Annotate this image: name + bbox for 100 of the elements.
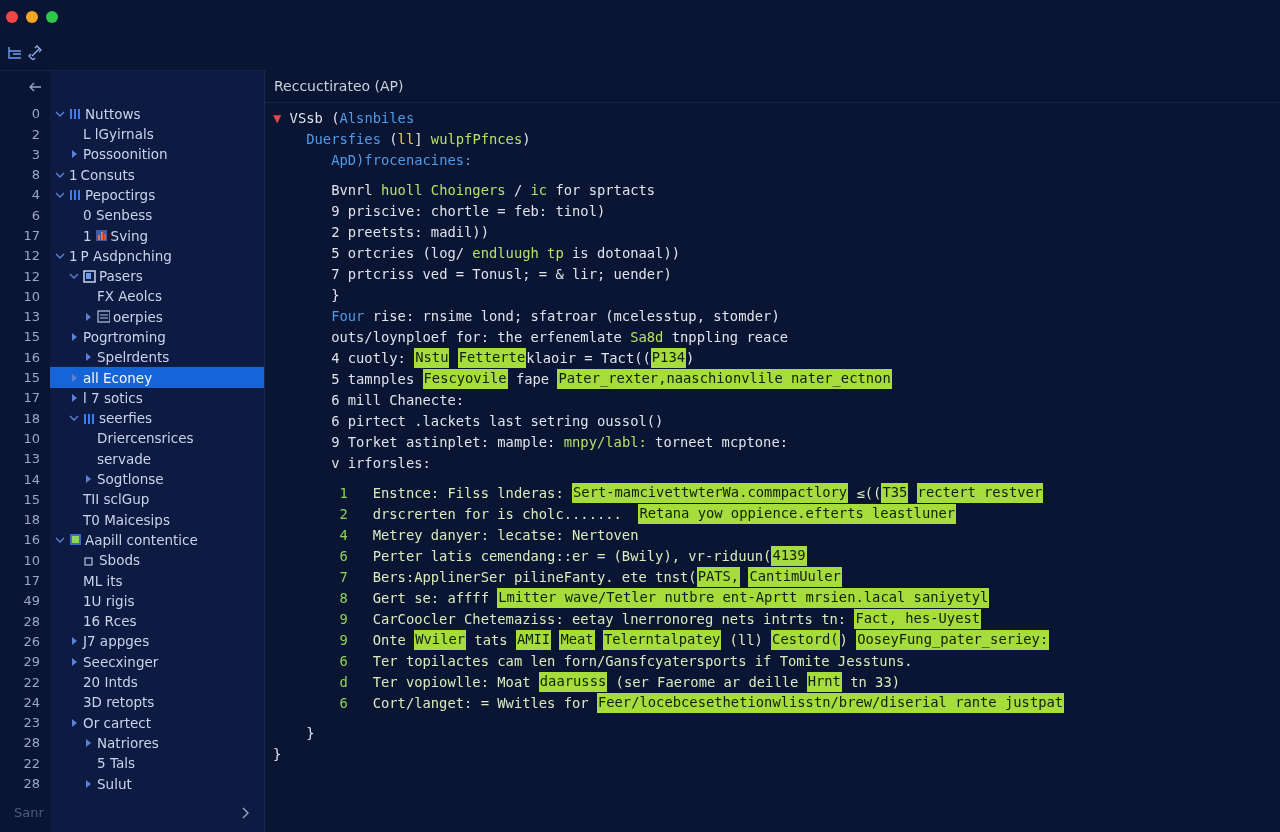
line-number: 10 xyxy=(22,288,41,304)
tree-item[interactable]: 0 Senbess xyxy=(50,205,264,226)
line-number: 2 xyxy=(30,126,41,142)
chevron-right-icon[interactable] xyxy=(84,475,92,484)
chevron-right-icon[interactable] xyxy=(70,393,78,402)
code-text: Four rise: rnsime lond; sfatroar (mcelesstup, stomder) xyxy=(330,307,780,324)
chevron-down-icon[interactable] xyxy=(69,272,79,281)
code-text: ) xyxy=(686,349,695,366)
code-text: Ter vopiowlle: Moat xyxy=(372,673,532,690)
tree-item[interactable]: J7 appges xyxy=(50,631,264,652)
line-number: 22 xyxy=(22,674,41,690)
chevron-right-icon[interactable] xyxy=(84,779,92,788)
code-text: Perter latis cemendang::er = (Bwily), vr-riduun( xyxy=(372,547,772,564)
chevron-right-icon[interactable] xyxy=(84,738,92,747)
chevron-right-icon[interactable] xyxy=(84,312,92,321)
link-icon[interactable] xyxy=(28,44,43,60)
tree-item[interactable]: 16 Rces xyxy=(50,611,264,632)
highlighted-code: Fetterte xyxy=(457,347,527,368)
tree-item[interactable]: 1 Consuts xyxy=(50,164,264,185)
line-number: 4 xyxy=(30,187,41,203)
chevron-down-icon[interactable] xyxy=(55,109,65,118)
tree-item[interactable]: FX Aeolcs xyxy=(50,286,264,307)
line-number: 3 xyxy=(30,146,41,162)
code-text: 9 Torket astinplet: mample: mnpy/labl: torneet mcptone: xyxy=(330,433,789,450)
chevron-down-icon[interactable] xyxy=(55,170,65,179)
close-button[interactable] xyxy=(6,11,18,23)
maximize-button[interactable] xyxy=(46,11,58,23)
tree-item[interactable]: oerpies xyxy=(50,306,264,327)
line-number: 0 xyxy=(30,106,41,122)
tree-item[interactable]: Seecxinger xyxy=(50,651,264,672)
back-arrow-icon[interactable] xyxy=(28,81,42,94)
tree-item[interactable]: 1 P Asdpnching xyxy=(50,245,264,266)
highlighted-code: 4139 xyxy=(771,545,807,566)
code-text: Cort/langet: = Wwitles for xyxy=(372,694,590,711)
chevron-down-icon[interactable] xyxy=(55,190,65,199)
code-text: 7 prtcriss ved = Tonusl; = & lir; uender) xyxy=(330,265,672,282)
tree-item[interactable]: L lGyirnals xyxy=(50,123,264,145)
code-text: Bvnrl huoll Choingers / ic for sprtacts xyxy=(330,181,656,198)
tree-item[interactable]: TII sclGup xyxy=(50,489,264,510)
code-text: tn 33) xyxy=(849,673,900,690)
line-number: 23 xyxy=(22,715,41,731)
tree-item[interactable]: Aapill contentice xyxy=(50,529,264,551)
code-text: v irforsles: xyxy=(330,454,431,471)
editor-title: Reccuctirateo (AP) xyxy=(265,70,1280,103)
tree-item[interactable]: 5 Tals xyxy=(50,753,264,774)
tree-item[interactable]: all Econey xyxy=(50,367,264,388)
collapse-caret[interactable]: ▼ xyxy=(273,109,282,126)
tree-item[interactable]: 1U rigis xyxy=(50,590,264,611)
highlighted-code: Nstu xyxy=(414,347,450,368)
code-text: } xyxy=(330,286,340,303)
tree-item[interactable]: Spelrdents xyxy=(50,347,264,368)
tree-item[interactable]: servade xyxy=(50,448,264,469)
tree-item[interactable]: Sogtlonse xyxy=(50,468,264,490)
chevron-right-icon[interactable] xyxy=(70,150,78,159)
tree-item[interactable]: 20 Intds xyxy=(50,671,264,693)
code-text: Metrey danyer: lecatse: Nertoven xyxy=(372,526,639,543)
chevron-right-icon[interactable] xyxy=(84,353,92,362)
tree-item[interactable]: 1 Sving xyxy=(50,225,264,246)
highlighted-code: Fact, hes-Uyest xyxy=(854,608,982,629)
tree-item[interactable]: ML its xyxy=(50,570,264,591)
tree-item[interactable]: Or cartect xyxy=(50,712,264,733)
line-number: 7 xyxy=(338,568,349,585)
chevron-down-icon[interactable] xyxy=(55,535,65,544)
tree-item[interactable]: seerfies xyxy=(50,408,264,429)
tree-item[interactable]: Natriores xyxy=(50,732,264,754)
highlighted-code: daarusss xyxy=(538,671,608,692)
chevron-right-icon[interactable] xyxy=(70,718,78,727)
minimize-button[interactable] xyxy=(26,11,38,23)
tree-item[interactable]: l 7 sotics xyxy=(50,387,264,409)
tree-item[interactable]: Driercensrices xyxy=(50,428,264,449)
tree-item[interactable]: Pasers xyxy=(50,265,264,287)
tree-item[interactable]: 3D retopts xyxy=(50,692,264,713)
highlighted-code: T35 xyxy=(881,482,909,503)
chevron-down-icon[interactable] xyxy=(55,251,65,260)
tree-item[interactable]: Sbods xyxy=(50,550,264,571)
tree-item[interactable]: Nuttows xyxy=(50,103,264,124)
chevron-right-icon[interactable] xyxy=(242,806,250,819)
highlighted-code: Hrnt xyxy=(806,671,842,692)
chevron-right-icon[interactable] xyxy=(70,637,78,646)
tree-list-icon[interactable] xyxy=(7,44,22,60)
line-number: 12 xyxy=(22,248,41,264)
tree-item[interactable]: Pogrtroming xyxy=(50,326,264,348)
code-text: (ser Faerome ar deille xyxy=(614,673,800,690)
line-number: 6 xyxy=(338,547,349,564)
chevron-down-icon[interactable] xyxy=(69,414,79,423)
chevron-right-icon[interactable] xyxy=(70,657,78,666)
tree-item[interactable]: Sulut xyxy=(50,773,264,794)
tree-item[interactable]: Possoonition xyxy=(50,144,264,165)
tree-item[interactable]: T0 Maicesips xyxy=(50,509,264,530)
line-number: 17 xyxy=(22,390,41,406)
bars-icon xyxy=(69,188,82,202)
line-number: 16 xyxy=(22,532,41,548)
line-number: 28 xyxy=(22,735,41,751)
tree-item[interactable]: Pepoctirgs xyxy=(50,184,264,206)
chevron-right-icon[interactable] xyxy=(70,333,78,341)
code-text: 6 mill Chanecte: xyxy=(330,391,465,408)
line-number: 10 xyxy=(22,552,41,568)
line-number: 28 xyxy=(22,776,41,791)
code-text: Gert se: affff xyxy=(372,589,490,606)
line-number: 13 xyxy=(22,451,41,467)
